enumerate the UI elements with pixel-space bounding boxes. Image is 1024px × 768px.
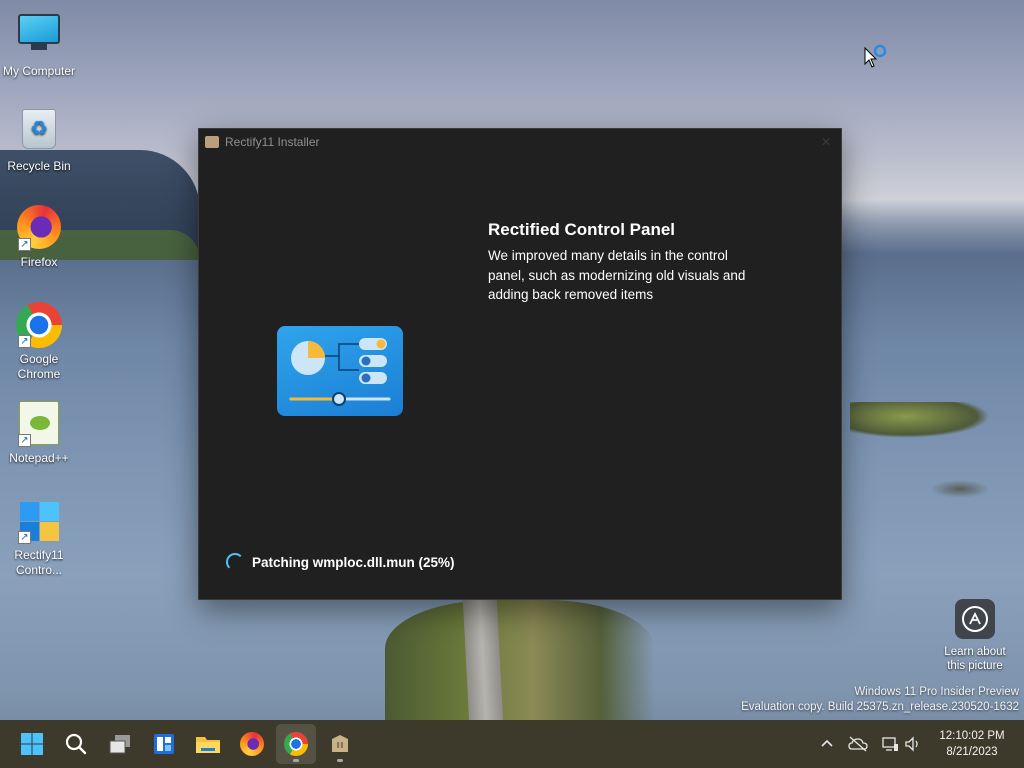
show-hidden-icons-chevron-icon[interactable]	[817, 734, 837, 754]
taskbar-firefox-button[interactable]	[232, 724, 272, 764]
notepad-plus-plus-icon: ↗	[16, 401, 62, 447]
desktop-icon-label: Recycle Bin	[7, 159, 71, 173]
monitor-icon	[16, 14, 62, 60]
recycle-bin-icon: ♻	[16, 109, 62, 155]
shortcut-arrow-icon: ↗	[18, 434, 31, 447]
taskbar-clock[interactable]: 12:10:02 PM 8/21/2023	[928, 728, 1016, 760]
chrome-icon: ↗	[16, 302, 62, 348]
learn-about-picture[interactable]: Learn about this picture	[938, 599, 1012, 673]
feature-description: We improved many details in the control …	[488, 248, 746, 302]
progress-spinner-icon	[226, 553, 244, 571]
network-icon[interactable]	[880, 734, 900, 754]
shortcut-arrow-icon: ↗	[18, 531, 31, 544]
firefox-icon	[240, 732, 264, 756]
window-title: Rectify11 Installer	[225, 135, 320, 149]
desktop-icon-label: Rectify11 Contro...	[14, 548, 64, 577]
desktop-icon-recycle-bin[interactable]: ♻ Recycle Bin	[2, 106, 76, 174]
installer-app-icon	[205, 136, 219, 148]
onedrive-offline-icon[interactable]	[848, 734, 868, 754]
rectify11-icon: ↗	[16, 498, 62, 544]
chrome-icon	[284, 732, 308, 756]
watermark-line-2: Evaluation copy. Build 25375.zn_release.…	[741, 700, 1019, 713]
installer-icon	[332, 735, 348, 752]
installer-window[interactable]: Rectify11 Installer ✕ Rectified Control …	[198, 128, 842, 600]
desktop-icon-label: My Computer	[2, 64, 76, 78]
desktop-icon-google-chrome[interactable]: ↗ Google Chrome	[2, 302, 76, 382]
taskbar-chrome-button[interactable]	[276, 724, 316, 764]
widgets-icon	[154, 734, 174, 754]
firefox-icon: ↗	[16, 205, 62, 251]
desktop-icon-firefox[interactable]: ↗ Firefox	[2, 204, 76, 270]
taskbar-search-button[interactable]	[56, 724, 96, 764]
wallpaper-rock	[930, 480, 990, 498]
learn-about-label: Learn about this picture	[944, 646, 1006, 672]
install-status-text: Patching wmploc.dll.mun (25%)	[252, 555, 455, 570]
taskbar-widgets-button[interactable]	[144, 724, 184, 764]
desktop-icon-label: Notepad++	[9, 451, 69, 465]
busy-cursor-icon	[864, 44, 890, 75]
shortcut-arrow-icon: ↗	[18, 335, 31, 348]
windows-start-icon	[21, 733, 43, 755]
volume-icon[interactable]	[903, 734, 923, 754]
clock-time: 12:10:02 PM	[939, 730, 1005, 742]
search-icon	[65, 733, 87, 755]
control-panel-illustration	[277, 326, 403, 416]
feature-title: Rectified Control Panel	[488, 220, 676, 239]
taskbar: 12:10:02 PM 8/21/2023	[0, 720, 1024, 768]
taskbar-file-explorer-button[interactable]	[188, 724, 228, 764]
taskbar-task-view-button[interactable]	[100, 724, 140, 764]
wallpaper-peninsula	[385, 600, 655, 722]
camera-lens-icon[interactable]	[955, 599, 995, 639]
watermark-line-1: Windows 11 Pro Insider Preview	[854, 686, 1019, 698]
taskbar-start-button[interactable]	[12, 724, 52, 764]
folder-icon	[196, 737, 220, 753]
desktop-icon-label: Google Chrome	[17, 352, 61, 381]
desktop-icon-rectify11-control-panel[interactable]: ↗ Rectify11 Contro...	[2, 498, 76, 578]
desktop-icon-label: Firefox	[20, 255, 58, 269]
shortcut-arrow-icon: ↗	[18, 238, 31, 251]
running-indicator	[337, 759, 343, 762]
running-indicator	[293, 759, 299, 762]
close-icon[interactable]: ✕	[817, 133, 835, 151]
wallpaper-island	[850, 402, 990, 438]
desktop-icon-my-computer[interactable]: My Computer	[2, 8, 76, 79]
taskbar-installer-button[interactable]	[320, 724, 360, 764]
evaluation-watermark: Windows 11 Pro Insider Preview Evaluatio…	[741, 685, 1019, 714]
wallpaper-road	[462, 600, 504, 722]
desktop-icon-notepad-plus-plus[interactable]: ↗ Notepad++	[2, 400, 76, 466]
clock-date: 8/21/2023	[946, 746, 998, 758]
window-titlebar[interactable]: Rectify11 Installer	[199, 129, 841, 155]
task-view-icon	[109, 735, 130, 754]
